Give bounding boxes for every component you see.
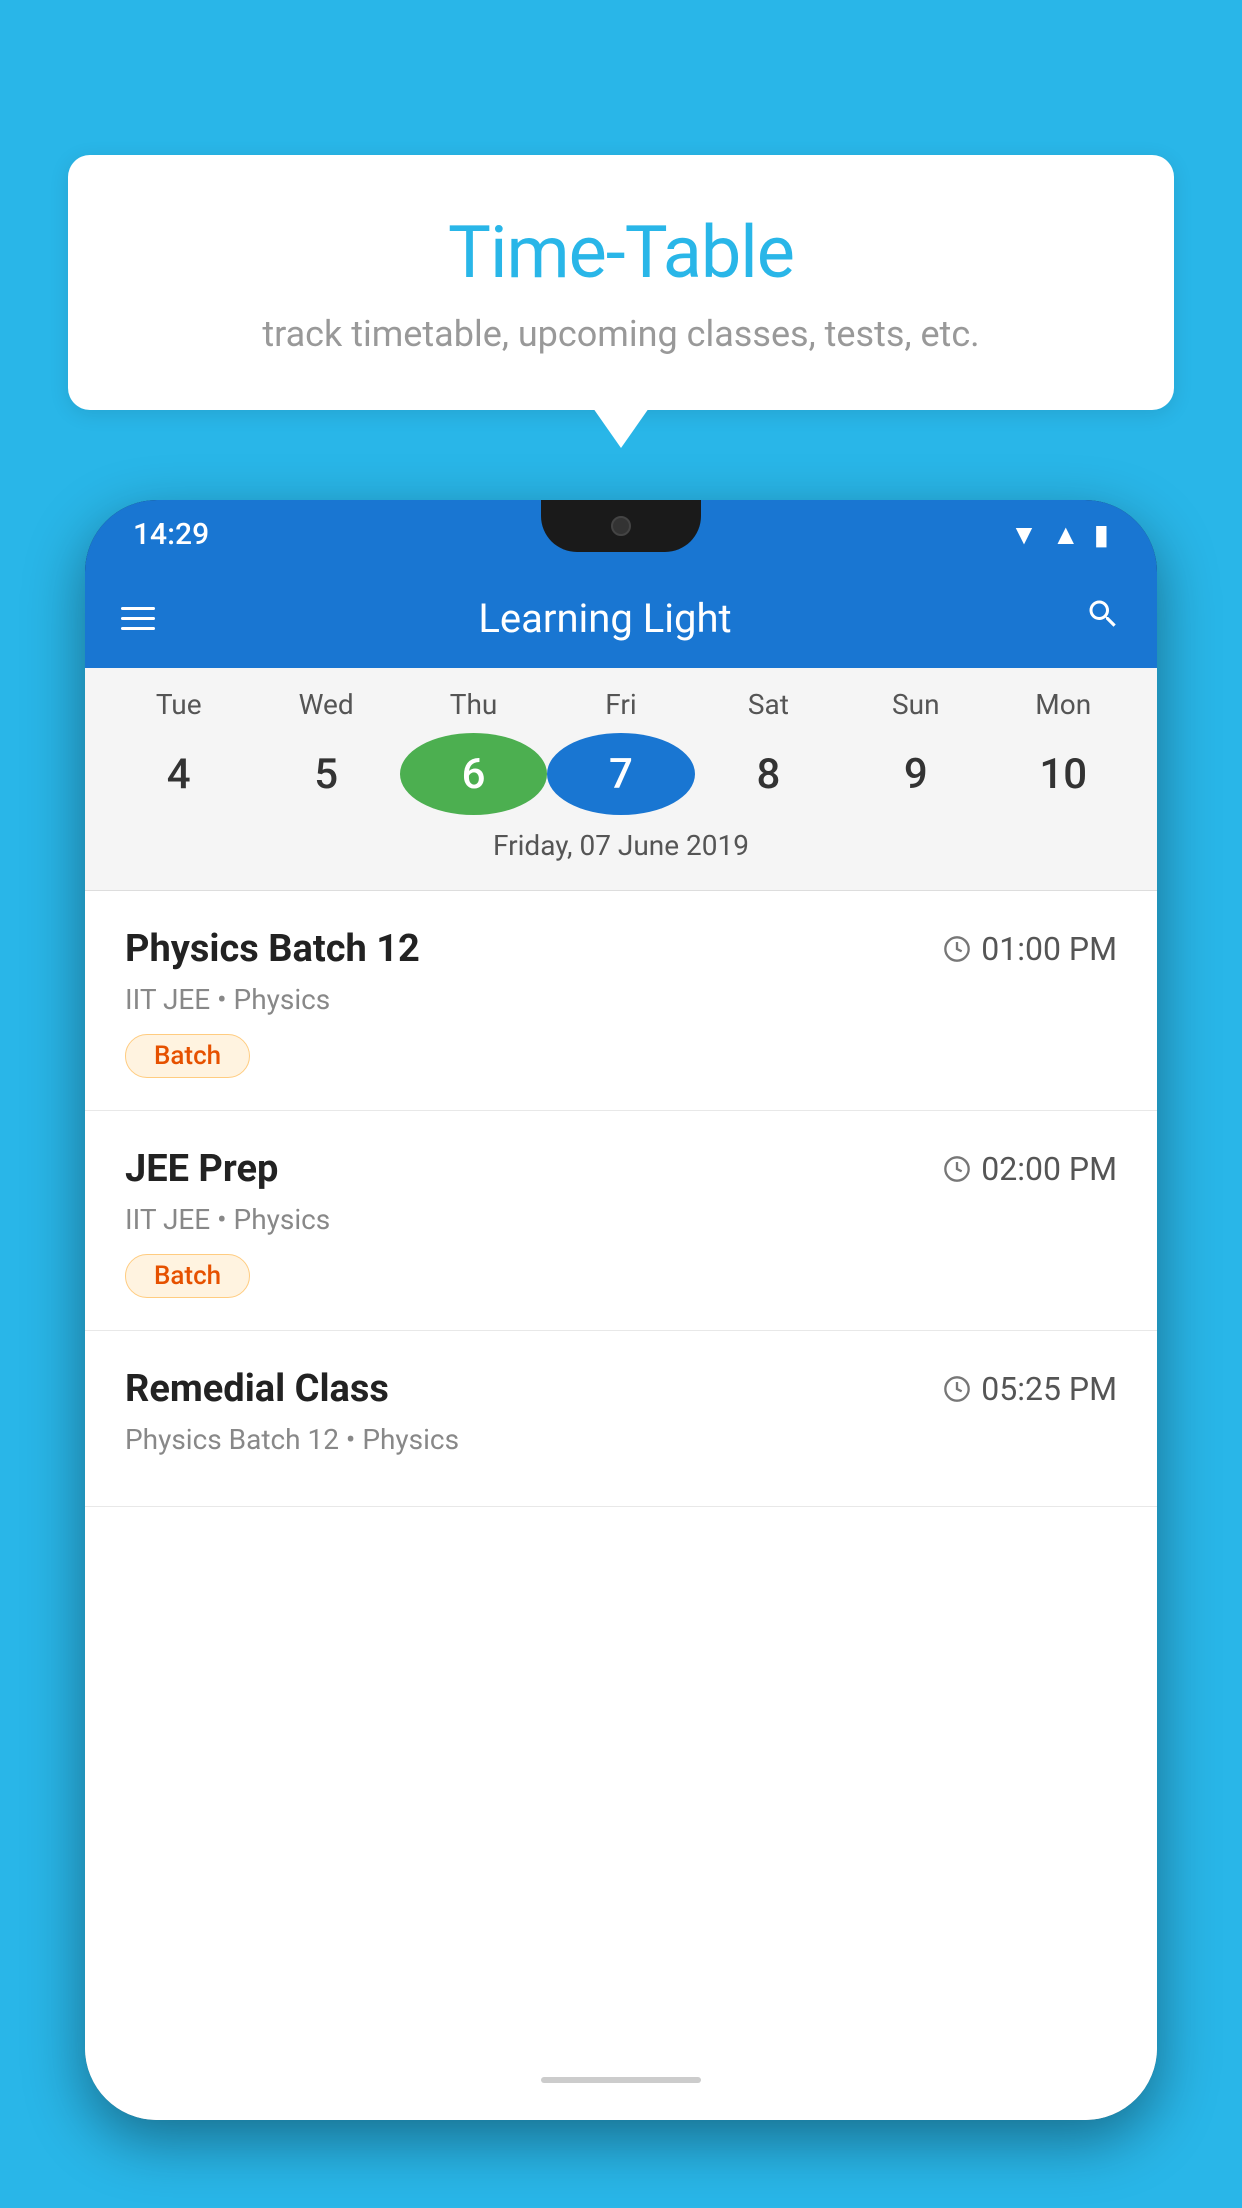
speech-bubble: Time-Table track timetable, upcoming cla… — [68, 155, 1174, 410]
schedule-item-1-header: Physics Batch 12 01:00 PM — [125, 927, 1117, 971]
batch-badge-1: Batch — [125, 1034, 250, 1078]
day-9-wrapper[interactable]: 9 — [842, 733, 989, 815]
menu-icon[interactable] — [121, 607, 155, 630]
phone-bottom — [85, 2040, 1157, 2120]
status-icons: ▼ ▲ ▮ — [1010, 518, 1109, 551]
phone-screen: Tue Wed Thu Fri Sat Sun Mon 4 5 — [85, 668, 1157, 2120]
status-time: 14:29 — [133, 517, 209, 552]
phone-frame: 14:29 ▼ ▲ ▮ Learning Light — [85, 500, 1157, 2120]
schedule-time-3: 05:25 PM — [943, 1370, 1117, 1408]
day-header-fri: Fri — [547, 688, 694, 733]
day-numbers: 4 5 6 7 8 9 — [85, 733, 1157, 815]
day-7-wrapper[interactable]: 7 — [547, 733, 694, 815]
phone-notch — [541, 500, 701, 552]
day-header-thu: Thu — [400, 688, 547, 733]
day-header-tue: Tue — [105, 688, 252, 733]
schedule-time-2: 02:00 PM — [943, 1150, 1117, 1188]
day-5: 5 — [252, 733, 399, 815]
schedule-item-1[interactable]: Physics Batch 12 01:00 PM IIT JEE • Phys… — [85, 891, 1157, 1111]
schedule-meta-2: IIT JEE • Physics — [125, 1203, 1117, 1236]
day-8: 8 — [695, 733, 842, 815]
schedule-item-3-header: Remedial Class 05:25 PM — [125, 1367, 1117, 1411]
selected-date-label: Friday, 07 June 2019 — [85, 815, 1157, 880]
day-9: 9 — [842, 733, 989, 815]
day-10: 10 — [990, 733, 1137, 815]
day-header-sun: Sun — [842, 688, 989, 733]
schedule-item-2[interactable]: JEE Prep 02:00 PM IIT JEE • Physics Batc… — [85, 1111, 1157, 1331]
schedule-title-3: Remedial Class — [125, 1367, 389, 1411]
phone-container: 14:29 ▼ ▲ ▮ Learning Light — [85, 500, 1157, 2208]
day-header-sat: Sat — [695, 688, 842, 733]
camera — [611, 516, 631, 536]
wifi-icon: ▼ — [1010, 518, 1038, 551]
schedule-meta-3: Physics Batch 12 • Physics — [125, 1423, 1117, 1456]
calendar-strip: Tue Wed Thu Fri Sat Sun Mon 4 5 — [85, 668, 1157, 890]
day-header-mon: Mon — [990, 688, 1137, 733]
day-4: 4 — [105, 733, 252, 815]
home-indicator — [541, 2077, 701, 2083]
schedule-item-3[interactable]: Remedial Class 05:25 PM Physics Batch 12… — [85, 1331, 1157, 1507]
app-title: Learning Light — [185, 595, 1025, 642]
batch-badge-2: Batch — [125, 1254, 250, 1298]
day-10-wrapper[interactable]: 10 — [990, 733, 1137, 815]
day-6-today: 6 — [400, 733, 547, 815]
day-header-wed: Wed — [252, 688, 399, 733]
day-5-wrapper[interactable]: 5 — [252, 733, 399, 815]
bubble-title: Time-Table — [108, 210, 1134, 295]
day-4-wrapper[interactable]: 4 — [105, 733, 252, 815]
schedule-time-1: 01:00 PM — [943, 930, 1117, 968]
schedule-title-1: Physics Batch 12 — [125, 927, 420, 971]
schedule-meta-1: IIT JEE • Physics — [125, 983, 1117, 1016]
schedule-title-2: JEE Prep — [125, 1147, 278, 1191]
bubble-subtitle: track timetable, upcoming classes, tests… — [108, 313, 1134, 355]
day-headers: Tue Wed Thu Fri Sat Sun Mon — [85, 688, 1157, 733]
day-7-selected: 7 — [547, 733, 694, 815]
search-icon[interactable] — [1085, 595, 1121, 642]
day-8-wrapper[interactable]: 8 — [695, 733, 842, 815]
day-6-wrapper[interactable]: 6 — [400, 733, 547, 815]
schedule-item-2-header: JEE Prep 02:00 PM — [125, 1147, 1117, 1191]
battery-icon: ▮ — [1094, 518, 1109, 551]
app-bar: Learning Light — [85, 568, 1157, 668]
speech-bubble-container: Time-Table track timetable, upcoming cla… — [68, 155, 1174, 410]
signal-icon: ▲ — [1052, 518, 1080, 551]
schedule-list: Physics Batch 12 01:00 PM IIT JEE • Phys… — [85, 891, 1157, 1507]
